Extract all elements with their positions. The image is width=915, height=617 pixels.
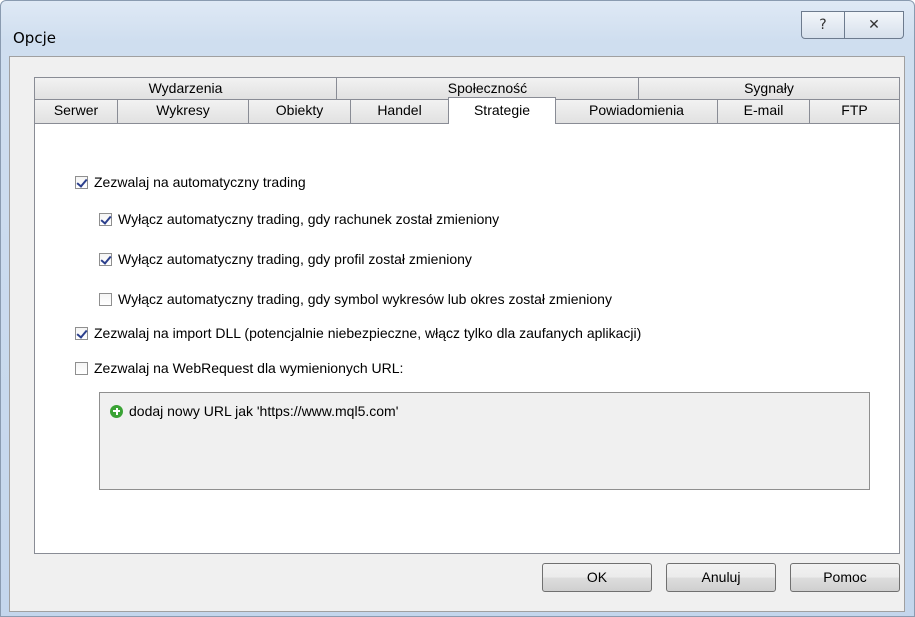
option-label: Zezwalaj na automatyczny trading	[94, 174, 306, 190]
add-icon	[110, 404, 123, 418]
add-url-label: dodaj nowy URL jak 'https://www.mql5.com…	[129, 403, 399, 419]
tab-wydarzenia[interactable]: Wydarzenia	[34, 77, 337, 99]
title-bar: Opcje ? ✕	[1, 1, 914, 56]
close-icon[interactable]: ✕	[844, 11, 904, 39]
tab-ftp[interactable]: FTP	[809, 99, 900, 123]
help-icon[interactable]: ?	[801, 11, 845, 39]
checkbox-unchecked-icon[interactable]	[99, 292, 112, 306]
checkbox-checked-icon[interactable]	[99, 212, 112, 226]
tab-powiadomienia[interactable]: Powiadomienia	[555, 99, 718, 123]
tab-email[interactable]: E-mail	[717, 99, 810, 123]
option-label: Wyłącz automatyczny trading, gdy profil …	[118, 251, 472, 267]
option-allow-webrequest[interactable]: Zezwalaj na WebRequest dla wymienionych …	[75, 358, 403, 378]
tab-obiekty[interactable]: Obiekty	[248, 99, 351, 123]
add-url-item[interactable]: dodaj nowy URL jak 'https://www.mql5.com…	[110, 403, 398, 419]
help-button[interactable]: Pomoc	[790, 563, 900, 592]
option-label: Zezwalaj na WebRequest dla wymienionych …	[94, 360, 404, 376]
url-list[interactable]: dodaj nowy URL jak 'https://www.mql5.com…	[99, 392, 870, 490]
option-disable-on-account-change[interactable]: Wyłącz automatyczny trading, gdy rachune…	[99, 209, 499, 229]
tab-serwer[interactable]: Serwer	[34, 99, 118, 123]
checkbox-checked-icon[interactable]	[75, 326, 88, 340]
option-allow-dll-import[interactable]: Zezwalaj na import DLL (potencjalnie nie…	[75, 323, 641, 343]
tab-sygnaly[interactable]: Sygnały	[638, 77, 900, 99]
tab-wykresy[interactable]: Wykresy	[117, 99, 249, 123]
option-label: Wyłącz automatyczny trading, gdy symbol …	[118, 291, 612, 307]
tab-spolecznosc[interactable]: Społeczność	[336, 77, 639, 99]
checkbox-checked-icon[interactable]	[75, 175, 88, 189]
dialog-client-area: Wydarzenia Społeczność Sygnały Serwer Wy…	[9, 56, 905, 612]
checkbox-checked-icon[interactable]	[99, 252, 112, 266]
option-disable-on-symbol-change[interactable]: Wyłącz automatyczny trading, gdy symbol …	[99, 289, 612, 309]
option-label: Wyłącz automatyczny trading, gdy rachune…	[118, 211, 500, 227]
option-disable-on-profile-change[interactable]: Wyłącz automatyczny trading, gdy profil …	[99, 249, 472, 269]
strategie-panel: Zezwalaj na automatyczny trading Wyłącz …	[34, 123, 900, 554]
cancel-button[interactable]: Anuluj	[666, 563, 776, 592]
window-title: Opcje	[13, 29, 56, 47]
option-allow-auto-trading[interactable]: Zezwalaj na automatyczny trading	[75, 172, 306, 192]
tab-handel[interactable]: Handel	[350, 99, 449, 123]
tab-strategie[interactable]: Strategie	[448, 97, 556, 124]
checkbox-unchecked-icon[interactable]	[75, 361, 88, 375]
ok-button[interactable]: OK	[542, 563, 652, 592]
options-dialog: Opcje ? ✕ Wydarzenia Społeczność Sygnały…	[0, 0, 915, 617]
option-label: Zezwalaj na import DLL (potencjalnie nie…	[94, 325, 642, 341]
